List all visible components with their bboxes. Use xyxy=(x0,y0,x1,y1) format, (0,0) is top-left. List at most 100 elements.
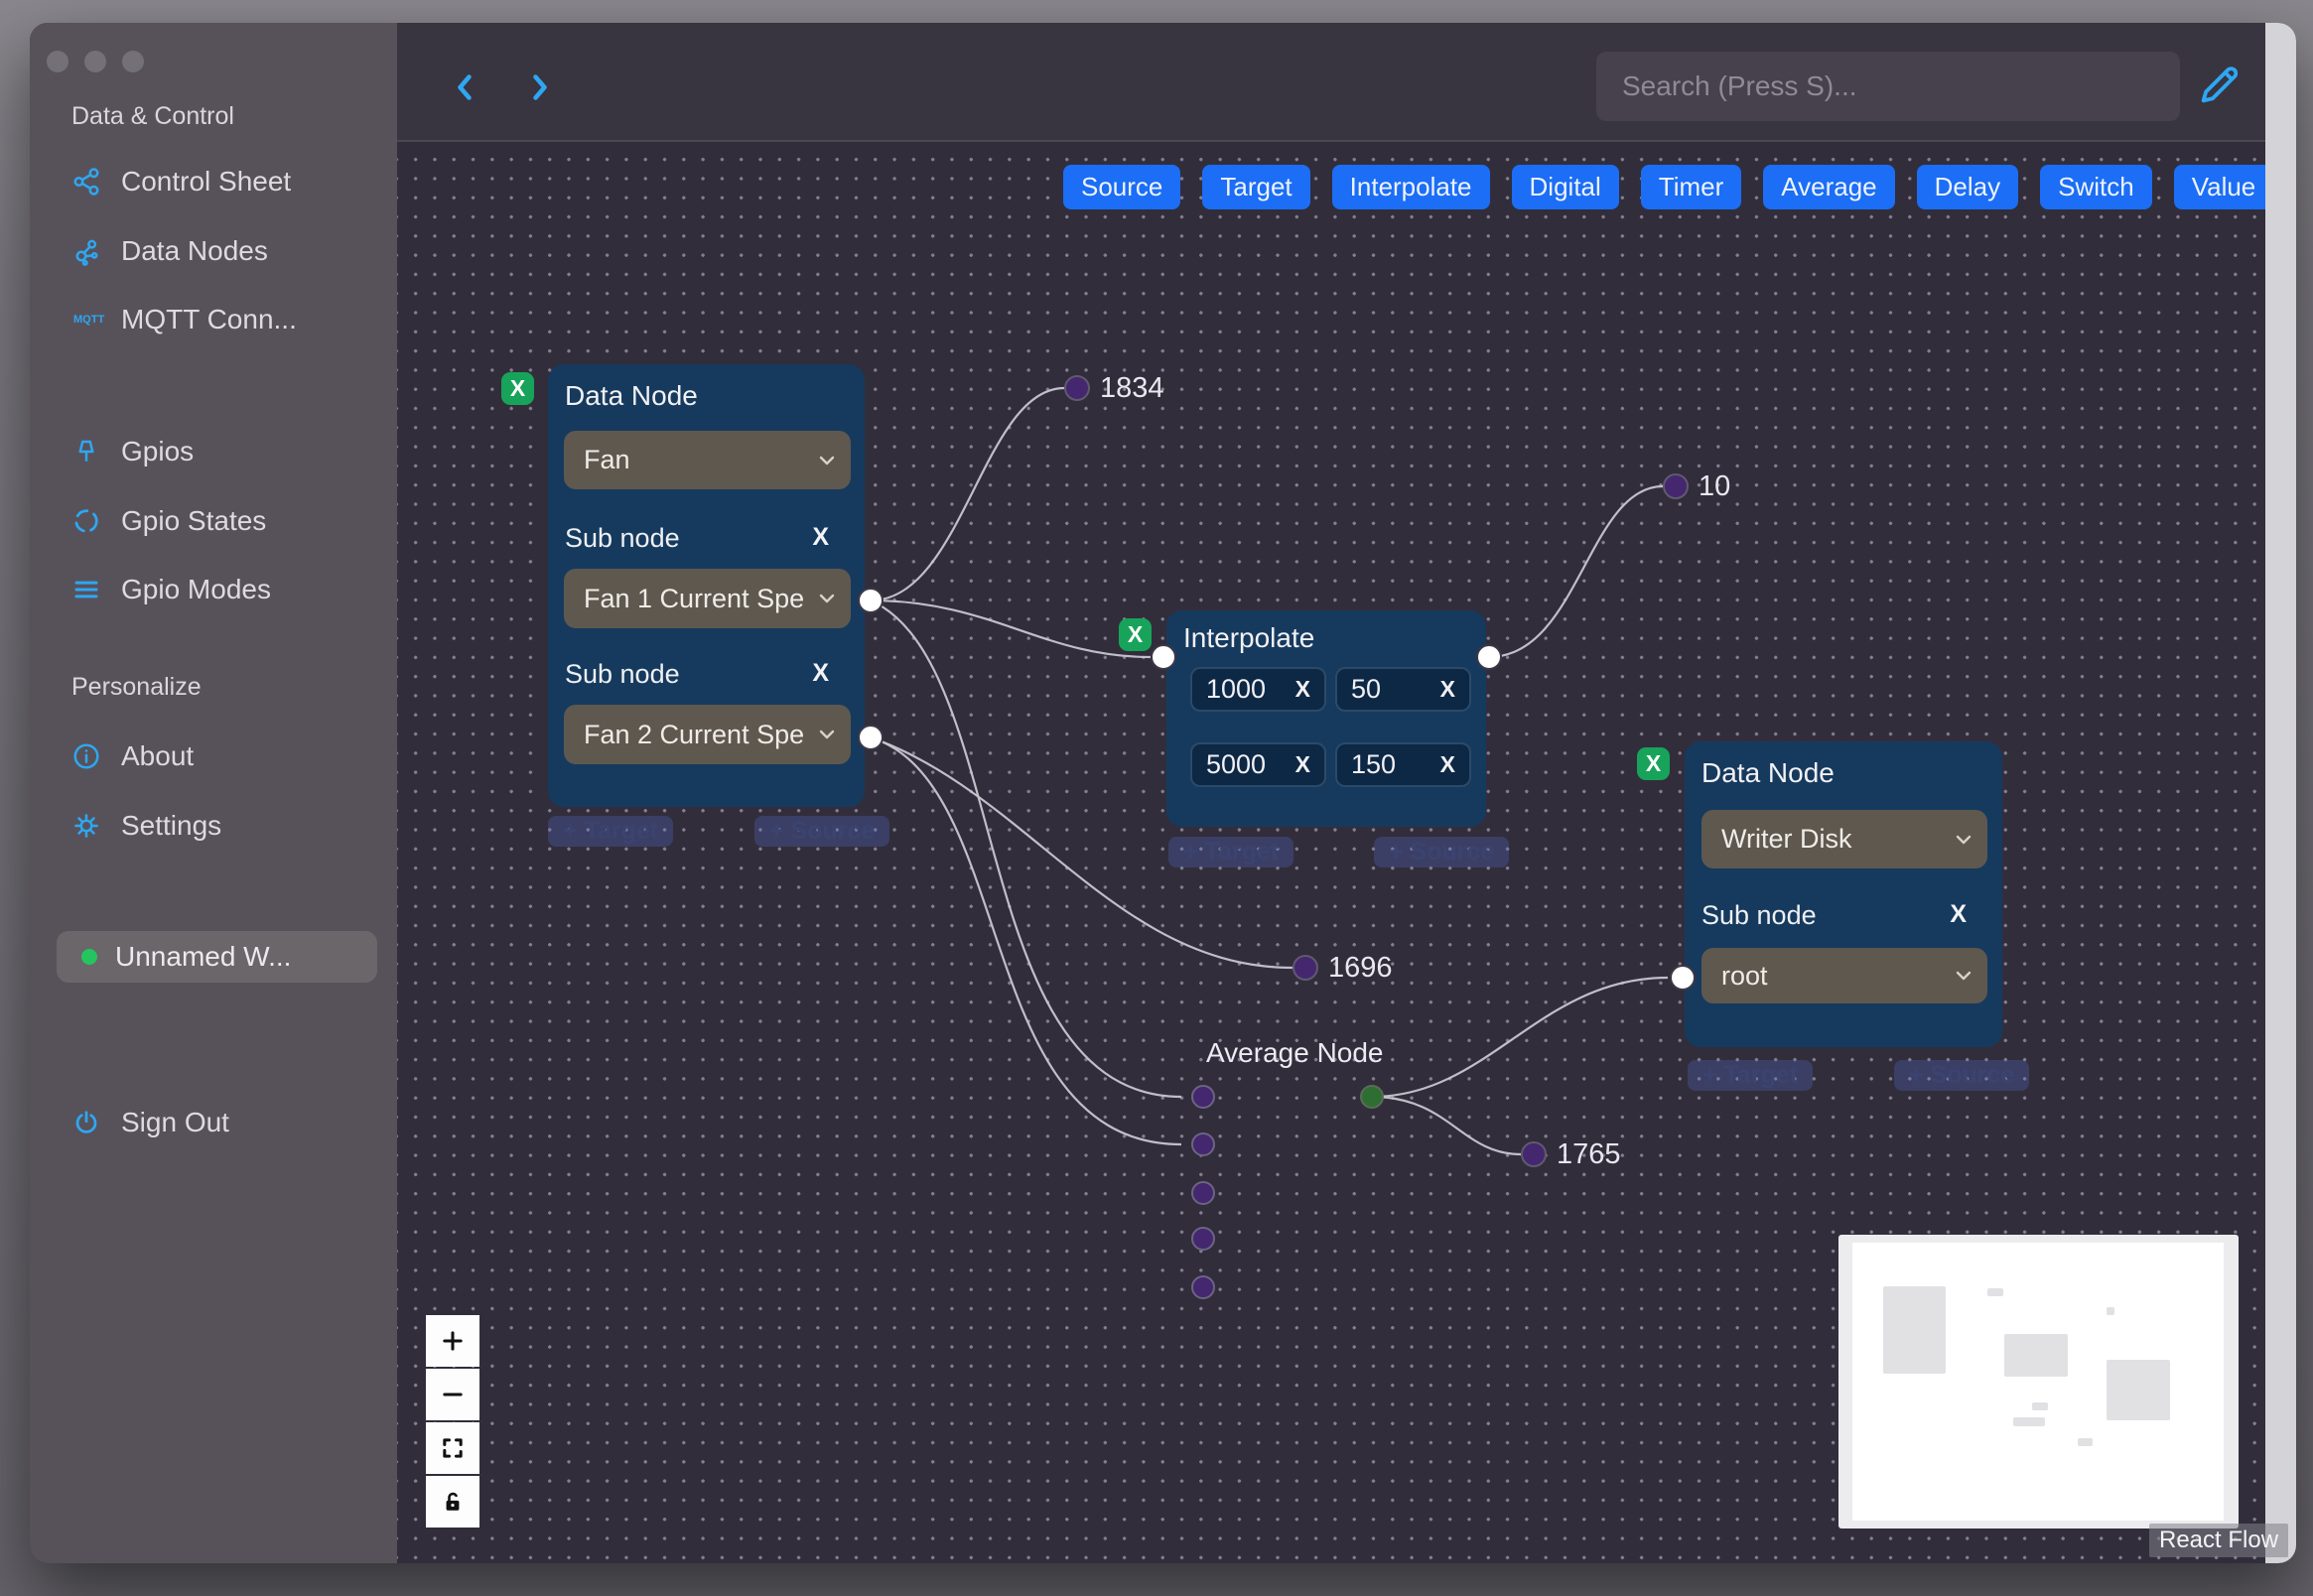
sidebar-section-data-control: Data & Control xyxy=(71,102,234,130)
input-value: 50 xyxy=(1351,674,1382,704)
add-target-button[interactable]: Target xyxy=(1202,165,1310,209)
sidebar-item-sign-out[interactable]: Sign Out xyxy=(71,1103,229,1142)
clear-input-button[interactable]: X xyxy=(1295,751,1310,778)
chevron-left-icon[interactable] xyxy=(447,69,482,105)
writer-target-handle[interactable] xyxy=(1670,965,1696,991)
value-node-handle[interactable] xyxy=(1521,1141,1547,1167)
traffic-light-minimize-icon[interactable] xyxy=(84,51,106,72)
fan-sub1-select[interactable]: Fan 1 Current Spe xyxy=(564,569,851,628)
fan-sub2-select[interactable]: Fan 2 Current Spe xyxy=(564,705,851,764)
value-node-handle[interactable] xyxy=(1064,375,1090,401)
add-target-chip[interactable]: + Target xyxy=(548,816,674,847)
fan-sub2-source-handle[interactable] xyxy=(858,725,884,750)
sub-node-label: Sub node xyxy=(565,659,680,689)
node-toolbar: Source Target Interpolate Digital Timer … xyxy=(1063,165,2296,209)
lock-button[interactable] xyxy=(426,1476,479,1528)
minimap-node xyxy=(1987,1288,2003,1296)
add-average-button[interactable]: Average xyxy=(1763,165,1895,209)
select-value: Writer Disk xyxy=(1721,824,1852,854)
add-interpolate-button[interactable]: Interpolate xyxy=(1331,165,1490,209)
sidebar-item-about[interactable]: About xyxy=(71,736,194,776)
add-switch-button[interactable]: Switch xyxy=(2040,165,2152,209)
interpolate-input-2[interactable]: 50 X xyxy=(1335,667,1471,712)
add-digital-button[interactable]: Digital xyxy=(1511,165,1619,209)
fan-node-delete-button[interactable]: X xyxy=(501,372,534,405)
writer-device-select[interactable]: Writer Disk xyxy=(1701,810,1987,868)
sidebar-item-data-nodes[interactable]: Data Nodes xyxy=(71,231,268,271)
minimap-node xyxy=(2032,1402,2048,1410)
sidebar-item-label: Data Nodes xyxy=(121,235,268,266)
writer-data-node[interactable]: Data Node Writer Disk Sub node X root xyxy=(1685,741,2002,1047)
value-node-handle[interactable] xyxy=(1293,955,1318,981)
sidebar-item-settings[interactable]: Settings xyxy=(71,806,221,846)
add-source-chip[interactable]: + Source xyxy=(754,816,890,847)
sidebar-item-mqtt[interactable]: MQTT MQTT Conn... xyxy=(71,300,297,339)
fan-device-select[interactable]: Fan xyxy=(564,431,851,489)
react-flow-attribution: React Flow xyxy=(2149,1524,2289,1557)
chevron-right-icon[interactable] xyxy=(522,69,558,105)
fan-data-node[interactable]: Data Node Fan Sub node X Fan 1 Current S… xyxy=(548,364,865,807)
clear-input-button[interactable]: X xyxy=(1440,676,1455,703)
add-source-chip[interactable]: + Source xyxy=(1374,837,1510,867)
average-output-handle[interactable] xyxy=(1360,1085,1384,1109)
minimap-node xyxy=(2013,1417,2045,1426)
average-input-handle-5[interactable] xyxy=(1191,1275,1215,1299)
search-input[interactable] xyxy=(1596,52,2180,121)
interpolate-source-handle[interactable] xyxy=(1476,644,1502,670)
add-delay-button[interactable]: Delay xyxy=(1916,165,2019,209)
remove-sub-node-button[interactable]: X xyxy=(1950,900,1967,929)
sidebar-item-gpio-modes[interactable]: Gpio Modes xyxy=(71,570,271,609)
edit-pencil-icon[interactable] xyxy=(2196,63,2242,108)
sidebar-item-control-sheet[interactable]: Control Sheet xyxy=(71,162,291,201)
value-node-handle[interactable] xyxy=(1663,473,1689,499)
average-input-handle-1[interactable] xyxy=(1191,1085,1215,1109)
info-icon xyxy=(73,743,99,769)
writer-node-delete-button[interactable]: X xyxy=(1637,747,1670,780)
sidebar-item-gpio-states[interactable]: Gpio States xyxy=(71,501,266,541)
interpolate-input-3[interactable]: 5000 X xyxy=(1190,742,1326,787)
fan-sub1-source-handle[interactable] xyxy=(858,588,884,613)
clear-input-button[interactable]: X xyxy=(1440,751,1455,778)
interpolate-node[interactable]: Interpolate 1000 X 50 X 5000 X 150 X xyxy=(1166,610,1486,827)
power-icon xyxy=(75,1111,97,1133)
chevron-down-icon xyxy=(1956,835,1972,844)
add-source-button[interactable]: Source xyxy=(1063,165,1181,209)
chevron-down-icon xyxy=(1956,971,1972,981)
add-target-chip[interactable]: + Target xyxy=(1168,837,1294,867)
node-title: Data Node xyxy=(565,380,698,411)
add-source-chip[interactable]: + Source xyxy=(1894,1060,2030,1091)
minimap-node xyxy=(2107,1307,2114,1315)
input-value: 150 xyxy=(1351,749,1397,779)
chevron-down-icon xyxy=(819,730,835,739)
interpolate-node-delete-button[interactable]: X xyxy=(1119,618,1152,651)
sidebar-item-workspace[interactable]: Unnamed W... xyxy=(57,931,377,983)
add-target-chip[interactable]: + Target xyxy=(1688,1060,1814,1091)
interpolate-input-4[interactable]: 150 X xyxy=(1335,742,1471,787)
average-input-handle-3[interactable] xyxy=(1191,1181,1215,1205)
add-timer-button[interactable]: Timer xyxy=(1640,165,1742,209)
writer-sub-select[interactable]: root xyxy=(1701,948,1987,1003)
fit-view-button[interactable] xyxy=(426,1422,479,1474)
zoom-out-button[interactable] xyxy=(426,1369,479,1420)
clear-input-button[interactable]: X xyxy=(1295,676,1310,703)
traffic-light-close-icon[interactable] xyxy=(47,51,68,72)
zoom-in-button[interactable] xyxy=(426,1315,479,1367)
share-network-icon xyxy=(73,168,99,196)
input-value: 1000 xyxy=(1206,674,1267,704)
average-input-handle-2[interactable] xyxy=(1191,1132,1215,1156)
minimap[interactable] xyxy=(1838,1235,2239,1529)
interpolate-input-1[interactable]: 1000 X xyxy=(1190,667,1326,712)
sidebar-item-gpios[interactable]: Gpios xyxy=(71,432,194,471)
sidebar-item-label: Gpio States xyxy=(121,505,267,536)
nodes-graph-icon xyxy=(75,239,98,266)
node-title: Data Node xyxy=(1701,757,1835,788)
remove-sub-node-button[interactable]: X xyxy=(812,523,829,552)
add-value-button[interactable]: Value xyxy=(2173,165,2274,209)
menu-lines-icon xyxy=(74,581,98,598)
flow-controls xyxy=(426,1315,479,1528)
traffic-light-zoom-icon[interactable] xyxy=(122,51,144,72)
scrollbar-track[interactable] xyxy=(2265,23,2296,1563)
average-input-handle-4[interactable] xyxy=(1191,1227,1215,1251)
interpolate-target-handle[interactable] xyxy=(1151,644,1176,670)
remove-sub-node-button[interactable]: X xyxy=(812,659,829,688)
